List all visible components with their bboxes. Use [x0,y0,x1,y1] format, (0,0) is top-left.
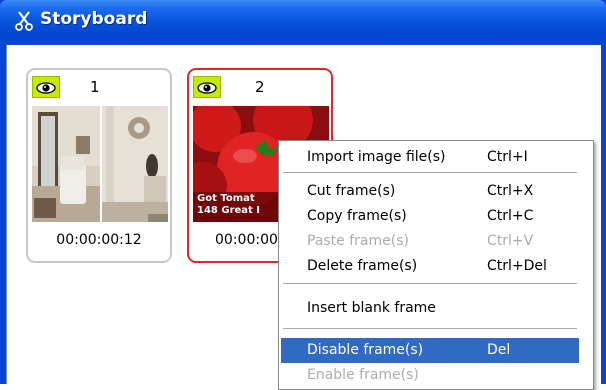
menu-item-delete-frame[interactable]: Delete frame(s) Ctrl+Del [281,254,579,279]
window-title: Storyboard [40,9,148,29]
frame-number: 1 [90,78,100,96]
menu-item-insert-blank-frame[interactable]: Insert blank frame [281,296,579,321]
thumbnail-caption-line-2: 148 Great I [197,205,261,216]
menu-item-copy-frame[interactable]: Copy frame(s) Ctrl+C [281,204,579,229]
menu-separator [283,172,577,173]
menu-item-label: Cut frame(s) [307,183,396,199]
eye-icon [197,82,217,94]
storyboard-window: Storyboard 1 00:00:00:12 2 Got Tomat 148… [0,0,606,390]
thumbnail-caption-line-1: Got Tomat [197,193,255,204]
menu-item-shortcut: Ctrl+C [487,208,534,224]
menu-item-disable-frame[interactable]: Disable frame(s) Del [281,338,579,363]
frame-card-1[interactable]: 1 00:00:00:12 [26,68,172,263]
context-menu: Import image file(s) Ctrl+I Cut frame(s)… [278,140,594,390]
menu-item-label: Delete frame(s) [307,258,418,274]
visibility-toggle-button[interactable] [193,76,221,98]
menu-item-label: Enable frame(s) [307,367,419,383]
frame-thumbnail [32,106,168,222]
menu-item-shortcut: Del [487,342,511,358]
storyboard-scissors-icon [15,11,33,31]
visibility-toggle-button[interactable] [32,76,60,98]
menu-item-import-image[interactable]: Import image file(s) Ctrl+I [281,145,579,170]
menu-item-shortcut: Ctrl+Del [487,258,547,274]
title-bar[interactable]: Storyboard [0,0,606,45]
frame-timecode: 00:00:00 [215,232,278,248]
menu-item-shortcut: Ctrl+V [487,233,534,249]
menu-item-cut-frame[interactable]: Cut frame(s) Ctrl+X [281,179,579,204]
menu-item-label: Disable frame(s) [307,342,424,358]
frame-number: 2 [255,78,265,96]
eye-icon [36,82,56,94]
menu-item-label: Paste frame(s) [307,233,409,249]
menu-separator [283,283,577,284]
menu-item-label: Import image file(s) [307,149,446,165]
menu-item-paste-frame[interactable]: Paste frame(s) Ctrl+V [281,229,579,254]
menu-item-label: Insert blank frame [307,300,436,316]
menu-item-label: Copy frame(s) [307,208,407,224]
frame-timecode: 00:00:00:12 [56,232,142,248]
menu-item-enable-frame[interactable]: Enable frame(s) [281,363,579,388]
menu-item-shortcut: Ctrl+I [487,149,528,165]
menu-separator [283,328,577,329]
menu-item-shortcut: Ctrl+X [487,183,534,199]
